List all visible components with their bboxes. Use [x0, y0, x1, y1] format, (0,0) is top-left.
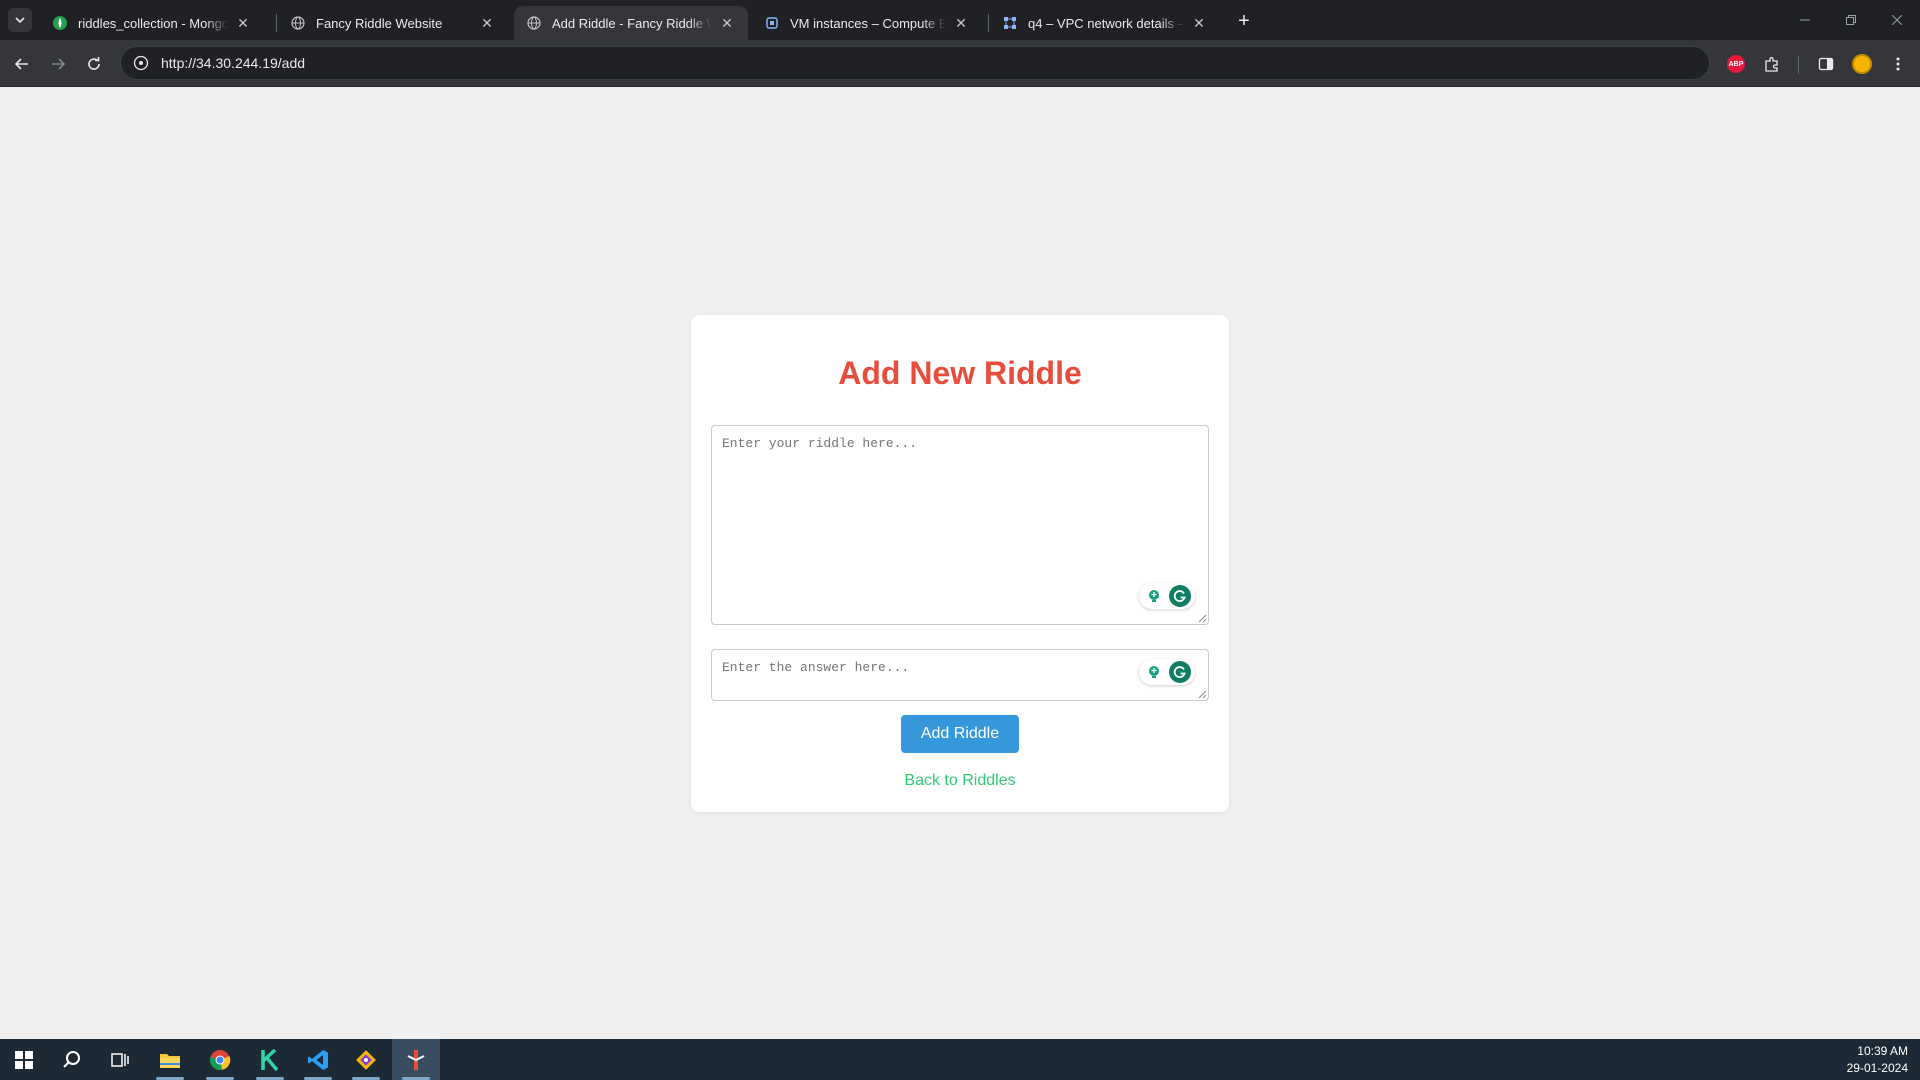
- lightbulb-icon[interactable]: [1143, 585, 1165, 607]
- tab-title: VM instances – Compute Engine: [790, 15, 946, 31]
- side-panel-icon: [1818, 57, 1834, 71]
- back-to-riddles-link[interactable]: Back to Riddles: [691, 772, 1229, 790]
- restore-icon: [1846, 15, 1856, 25]
- back-arrow-icon: [14, 58, 28, 70]
- task-view-icon: [111, 1052, 129, 1067]
- minimize-icon: [1800, 19, 1810, 21]
- grammarly-widget[interactable]: [1139, 583, 1195, 609]
- git-icon: [356, 1049, 376, 1070]
- k-app-button[interactable]: [246, 1039, 294, 1080]
- answer-input[interactable]: [711, 649, 1209, 701]
- profile-button[interactable]: [1848, 50, 1876, 78]
- clock-time: 10:39 AM: [1857, 1044, 1908, 1058]
- tab-search-button[interactable]: [8, 8, 32, 32]
- resize-grip-icon[interactable]: [1198, 690, 1207, 699]
- address-bar[interactable]: http://34.30.244.19/add: [120, 46, 1710, 80]
- lightbulb-icon[interactable]: [1143, 661, 1165, 683]
- grammarly-icon[interactable]: [1169, 585, 1191, 607]
- tab-strip: riddles_collection - Mongo Express ✕ Fan…: [0, 0, 1920, 40]
- tab-title: q4 – VPC network details – VPC: [1028, 15, 1184, 31]
- tab-vm-instances[interactable]: VM instances – Compute Engine ✕: [752, 6, 982, 40]
- forward-button[interactable]: [44, 50, 72, 78]
- search-button[interactable]: [48, 1039, 96, 1080]
- mongo-leaf-icon: [52, 15, 68, 31]
- tab-add-riddle[interactable]: Add Riddle - Fancy Riddle Website ✕: [514, 6, 748, 40]
- tab-title: riddles_collection - Mongo Express: [78, 15, 228, 31]
- globe-icon: [526, 15, 542, 31]
- close-window-button[interactable]: [1874, 0, 1920, 40]
- chrome-icon: [210, 1049, 231, 1070]
- start-button[interactable]: [0, 1039, 48, 1080]
- minimize-button[interactable]: [1782, 0, 1828, 40]
- close-icon: [1892, 15, 1902, 25]
- avatar: [1852, 54, 1872, 74]
- url-text[interactable]: http://34.30.244.19/add: [161, 55, 305, 71]
- add-riddle-button[interactable]: Add Riddle: [901, 715, 1019, 753]
- git-app-button[interactable]: [342, 1039, 390, 1080]
- new-tab-button[interactable]: +: [1232, 9, 1256, 33]
- chevron-down-icon: [15, 17, 25, 24]
- back-button[interactable]: [8, 50, 36, 78]
- tab-title: Fancy Riddle Website: [316, 15, 443, 31]
- riddle-input[interactable]: [711, 425, 1209, 625]
- extensions-button[interactable]: [1758, 50, 1786, 78]
- tab-mongo-express[interactable]: riddles_collection - Mongo Express ✕: [40, 6, 264, 40]
- adblock-extension-button[interactable]: ABP: [1722, 50, 1750, 78]
- tab-vpc-network[interactable]: q4 – VPC network details – VPC ✕: [990, 6, 1220, 40]
- file-explorer-icon: [160, 1053, 180, 1068]
- windows-taskbar: 10:39 AM 29-01-2024: [0, 1039, 1920, 1080]
- close-icon[interactable]: ✕: [478, 14, 496, 32]
- reload-icon: [88, 57, 100, 70]
- close-icon[interactable]: ✕: [234, 14, 252, 32]
- restore-button[interactable]: [1828, 0, 1874, 40]
- grammarly-widget[interactable]: [1139, 659, 1195, 685]
- file-explorer-button[interactable]: [146, 1039, 194, 1080]
- k-app-icon: [261, 1048, 279, 1071]
- abp-icon: ABP: [1727, 55, 1745, 73]
- browser-toolbar: http://34.30.244.19/add ABP: [0, 40, 1920, 87]
- grammarly-icon[interactable]: [1169, 661, 1191, 683]
- chrome-button[interactable]: [196, 1039, 244, 1080]
- compute-engine-icon: [764, 15, 780, 31]
- side-panel-button[interactable]: [1812, 50, 1840, 78]
- close-icon[interactable]: ✕: [1190, 14, 1208, 32]
- page-title: Add New Riddle: [838, 355, 1082, 391]
- active-app-button[interactable]: [392, 1039, 440, 1080]
- system-clock[interactable]: 10:39 AM 29-01-2024: [1847, 1043, 1908, 1077]
- globe-icon: [290, 15, 306, 31]
- forward-arrow-icon: [52, 58, 66, 70]
- add-riddle-card: Add New Riddle Add Riddle Back to Riddle…: [691, 315, 1229, 812]
- search-icon: [63, 1050, 80, 1068]
- vscode-button[interactable]: [294, 1039, 342, 1080]
- active-app-icon: [407, 1049, 425, 1070]
- abp-label: ABP: [1728, 60, 1744, 68]
- puzzle-icon: [1765, 56, 1778, 72]
- menu-button[interactable]: [1884, 50, 1912, 78]
- tab-title: Add Riddle - Fancy Riddle Website: [552, 15, 712, 31]
- close-icon[interactable]: ✕: [718, 14, 736, 32]
- resize-grip-icon[interactable]: [1198, 614, 1207, 623]
- vscode-icon: [308, 1049, 328, 1070]
- task-view-button[interactable]: [96, 1039, 144, 1080]
- close-icon[interactable]: ✕: [952, 14, 970, 32]
- site-info-icon[interactable]: [133, 55, 149, 71]
- clock-date: 29-01-2024: [1846, 1061, 1908, 1075]
- vpc-network-icon: [1002, 15, 1018, 31]
- tab-fancy-riddle[interactable]: Fancy Riddle Website ✕: [278, 6, 508, 40]
- reload-button[interactable]: [80, 50, 108, 78]
- windows-logo-icon: [15, 1050, 33, 1069]
- kebab-menu-icon: [1896, 57, 1900, 71]
